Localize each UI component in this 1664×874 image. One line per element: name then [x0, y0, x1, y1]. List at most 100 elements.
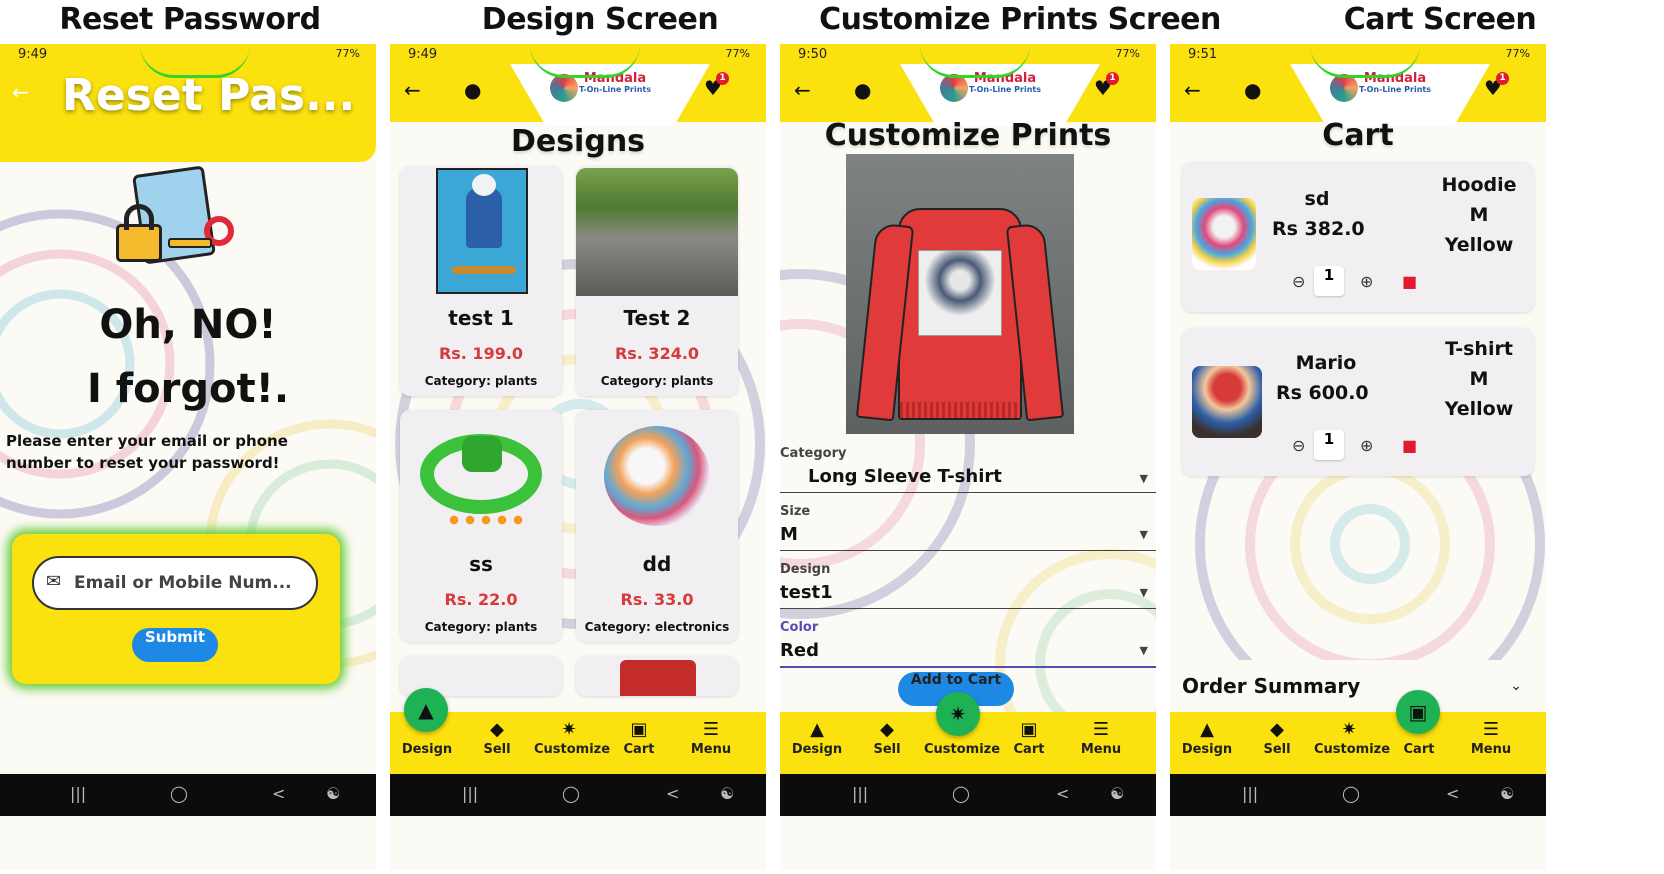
home-icon[interactable]: ◯ [952, 784, 970, 803]
design-card[interactable]: dd Rs. 33.0 Category: electronics [576, 410, 738, 642]
favorites-badge: 1 [716, 72, 729, 85]
nav-label: Customize [1314, 742, 1391, 757]
nav-label: Menu [1080, 742, 1122, 757]
system-nav-bar: ||| ◯ < ☯ [780, 774, 1156, 816]
field-label: Category [780, 446, 847, 461]
back-arrow-icon[interactable]: ← [1184, 78, 1201, 102]
trash-icon[interactable]: ■ [1402, 436, 1417, 455]
nav-design[interactable]: ▲ Design [1172, 718, 1242, 757]
field-value: M [780, 524, 798, 545]
design-image-skateboard [436, 168, 528, 294]
nav-label: Cart [1403, 742, 1435, 757]
cart-item-thumbnail [1192, 198, 1256, 270]
nav-label: Sell [483, 742, 511, 757]
nav-cart[interactable]: ▣ Cart [994, 718, 1064, 757]
design-card[interactable]: Test 2 Rs. 324.0 Category: plants [576, 166, 738, 396]
cart-icon: ▣ [630, 719, 648, 740]
menu-icon: ☰ [702, 719, 720, 740]
recent-apps-icon[interactable]: ||| [852, 784, 868, 803]
design-name: test 1 [448, 306, 514, 330]
nav-sell[interactable]: ◆ Sell [1242, 718, 1312, 757]
plus-icon[interactable]: ⊕ [1360, 436, 1373, 455]
back-icon[interactable]: < [1056, 784, 1069, 803]
nav-design[interactable]: ▲ Design [782, 718, 852, 757]
favorites-badge: 1 [1106, 72, 1119, 85]
nav-label: Customize [534, 742, 611, 757]
back-arrow-icon[interactable]: ← [404, 78, 421, 102]
accessibility-icon[interactable]: ☯ [1110, 784, 1124, 803]
bottom-nav: Design ◆ Sell ✷ Customize ▣ Cart ☰ Menu [390, 712, 766, 774]
lanyard-cord [530, 44, 640, 78]
nav-menu[interactable]: ☰ Menu [1066, 718, 1136, 757]
status-icons: 77% [1115, 47, 1140, 60]
size-dropdown[interactable]: Size M ▼ [780, 504, 1156, 552]
accessibility-icon[interactable]: ☯ [1500, 784, 1514, 803]
page-title: Customize Prints [824, 118, 1112, 153]
design-dropdown[interactable]: Design test1 ▼ [780, 562, 1156, 610]
nav-customize[interactable]: ✷ Customize [1314, 718, 1390, 757]
minus-icon[interactable]: ⊖ [1292, 436, 1305, 455]
recent-apps-icon[interactable]: ||| [1242, 784, 1258, 803]
accessibility-icon[interactable]: ☯ [720, 784, 734, 803]
home-icon[interactable]: ◯ [1342, 784, 1360, 803]
key-icon [168, 238, 212, 248]
design-phone: 9:49 77% Mandala T-On-Line Prints ← ● ♥ 1… [390, 44, 766, 870]
field-underline [780, 666, 1156, 668]
back-arrow-icon[interactable]: ← [12, 80, 29, 104]
status-icons: 77% [1505, 47, 1530, 60]
dragon-head [462, 436, 502, 472]
lanyard-cord [140, 44, 250, 78]
nav-sell[interactable]: ◆ Sell [462, 718, 532, 757]
profile-icon[interactable]: ● [1244, 78, 1261, 102]
nav-label: Design [401, 742, 453, 757]
nav-cart[interactable]: ▣ Cart [604, 718, 674, 757]
system-nav-bar: ||| ◯ < ☯ [390, 774, 766, 816]
profile-icon[interactable]: ● [854, 78, 871, 102]
accessibility-icon[interactable]: ☯ [326, 784, 340, 803]
cart-phone: 9:51 77% Mandala T-On-Line Prints ← ● ♥ 1… [1170, 44, 1546, 870]
cart-item-price: Rs 382.0 [1272, 218, 1365, 240]
nav-sell[interactable]: ◆ Sell [852, 718, 922, 757]
profile-icon[interactable]: ● [464, 78, 481, 102]
design-card[interactable]: test 1 Rs. 199.0 Category: plants [400, 166, 562, 396]
back-icon[interactable]: < [666, 784, 679, 803]
cart-fab[interactable]: ▣ [1396, 690, 1440, 734]
back-icon[interactable]: < [272, 784, 285, 803]
design-card-partial[interactable] [576, 656, 738, 696]
order-summary-panel[interactable]: Order Summary ⌄ [1170, 660, 1546, 712]
trash-icon[interactable]: ■ [1402, 272, 1417, 291]
nav-menu[interactable]: ☰ Menu [1456, 718, 1526, 757]
minus-icon[interactable]: ⊖ [1292, 272, 1305, 291]
nav-customize[interactable]: ✷ Customize [534, 718, 610, 757]
favorites-badge: 1 [1496, 72, 1509, 85]
design-name: ss [469, 552, 493, 576]
cart-item-color: Yellow [1444, 234, 1514, 256]
reset-password-phone: 9:49 77% ← Reset Pas... Oh, NO! I forgot… [0, 44, 376, 870]
chevron-down-icon[interactable]: ⌄ [1510, 678, 1522, 694]
field-underline [780, 550, 1156, 551]
submit-button[interactable]: Submit [132, 628, 218, 662]
home-icon[interactable]: ◯ [170, 784, 188, 803]
design-card[interactable]: ss Rs. 22.0 Category: plants [400, 410, 562, 642]
color-dropdown[interactable]: Color Red ▼ [780, 620, 1156, 668]
field-underline [780, 492, 1156, 493]
status-time: 9:50 [798, 47, 828, 62]
nav-menu[interactable]: ☰ Menu [676, 718, 746, 757]
recent-apps-icon[interactable]: ||| [462, 784, 478, 803]
design-fab[interactable]: ▲ [404, 688, 448, 732]
headline-oh-no: Oh, NO! [99, 302, 277, 348]
chevron-down-icon: ▼ [1139, 644, 1148, 657]
home-icon[interactable]: ◯ [562, 784, 580, 803]
recent-apps-icon[interactable]: ||| [70, 784, 86, 803]
status-icons: 77% [335, 47, 360, 60]
logo-subtitle: T-On-Line Prints [969, 84, 1041, 94]
screen-title-cart: Cart Screen [1343, 2, 1537, 37]
field-value: Red [780, 640, 819, 661]
customize-fab[interactable]: ✷ [936, 692, 980, 736]
category-dropdown[interactable]: Category Long Sleeve T-shirt ▼ [780, 446, 1156, 494]
email-field[interactable]: ✉ Email or Mobile Num... [32, 556, 318, 610]
back-icon[interactable]: < [1446, 784, 1459, 803]
status-time: 9:51 [1188, 47, 1218, 62]
back-arrow-icon[interactable]: ← [794, 78, 811, 102]
plus-icon[interactable]: ⊕ [1360, 272, 1373, 291]
